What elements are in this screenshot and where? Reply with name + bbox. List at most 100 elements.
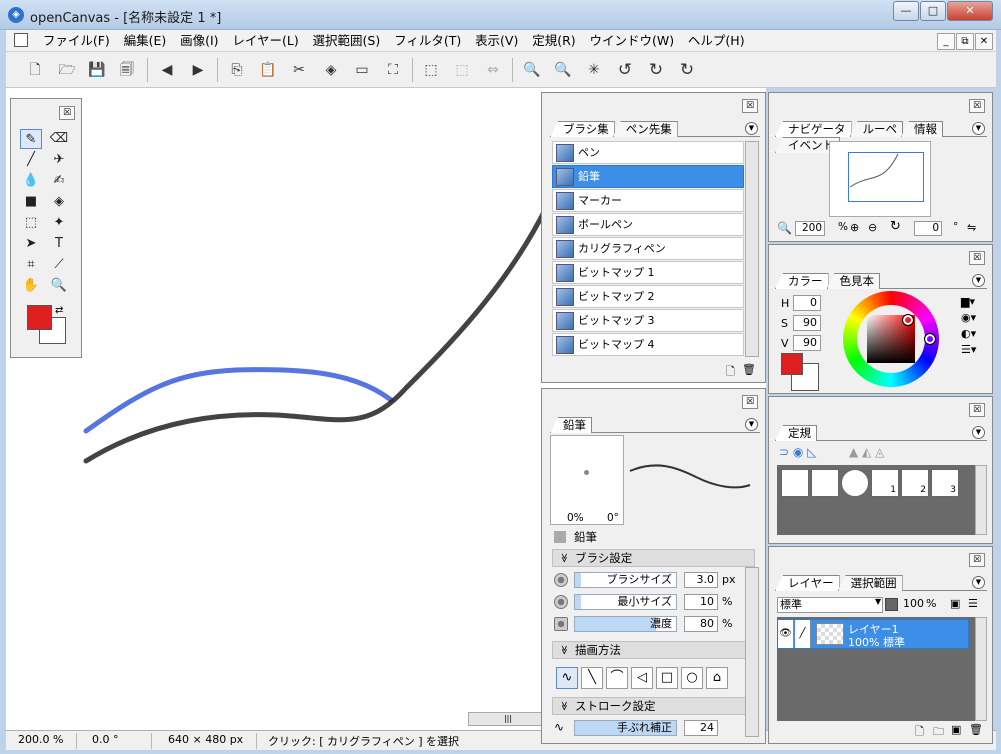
tab-swatches[interactable]: 色見本 <box>826 273 880 289</box>
hand-tool-icon[interactable]: ✋ <box>20 276 42 296</box>
close-button[interactable]: ✕ <box>947 1 993 21</box>
density-radio[interactable] <box>554 617 568 631</box>
brush-item[interactable]: ボールペン <box>552 213 744 236</box>
zoom-out-icon[interactable]: 🔍 <box>552 59 574 81</box>
zoom-reset-icon[interactable]: ✳ <box>583 59 605 81</box>
tab-ruler[interactable]: 定規 <box>775 425 817 441</box>
select-tool-icon[interactable]: ⬚ <box>20 213 42 233</box>
brush-item[interactable]: ペン <box>552 141 744 164</box>
next-icon[interactable]: ▶ <box>187 59 209 81</box>
smudge-tool-icon[interactable]: ✍ <box>48 171 70 191</box>
tab-color[interactable]: カラー <box>775 273 829 289</box>
nav-zoom-in-icon[interactable]: ⊕ <box>850 221 859 234</box>
navigator-thumbnail[interactable] <box>829 141 931 217</box>
maximize-button[interactable]: □ <box>920 1 946 21</box>
tools-close-button[interactable]: ☒ <box>59 106 75 120</box>
rectangle-icon[interactable]: □ <box>656 667 678 689</box>
magic-wand-icon[interactable]: ✦ <box>48 213 70 233</box>
stabilizer-slider[interactable]: 手ぶれ補正 <box>574 720 677 736</box>
tab-navigator[interactable]: ナビゲータ <box>775 121 852 137</box>
line-icon[interactable]: ╲ <box>581 667 603 689</box>
select-clear-icon[interactable]: ⬚ <box>451 59 473 81</box>
freehand-icon[interactable]: ∿ <box>556 667 578 689</box>
rotate-left-icon[interactable]: ↺ <box>614 59 636 81</box>
nav-zoom-out-icon[interactable]: ⊖ <box>868 221 877 234</box>
menu-help[interactable]: ヘルプ(H) <box>683 30 750 51</box>
lasso-icon[interactable]: ⌂ <box>706 667 728 689</box>
sv-cursor[interactable] <box>902 314 914 326</box>
text-tool-icon[interactable]: T <box>48 234 70 254</box>
color-wheel-mode-icon[interactable]: ◉▾ <box>961 311 976 324</box>
eraser-tool-icon[interactable]: ⌫ <box>48 129 70 149</box>
eyedropper-icon[interactable]: ⟋ <box>48 255 70 275</box>
new-layer-icon[interactable]: 🗋 <box>915 723 924 742</box>
pencil-menu-icon[interactable]: ▼ <box>745 418 758 431</box>
menu-selection[interactable]: 選択範囲(S) <box>308 30 386 51</box>
color-menu-icon[interactable]: ▼ <box>972 274 985 287</box>
value-input[interactable]: 90 <box>793 335 821 351</box>
blur-tool-icon[interactable]: 💧 <box>20 171 42 191</box>
layer-menu-icon[interactable]: ▼ <box>972 576 985 589</box>
density-value[interactable]: 80 <box>684 616 718 632</box>
zoom-in-icon[interactable]: 🔍 <box>521 59 543 81</box>
prev-icon[interactable]: ◀ <box>156 59 178 81</box>
swap-colors-icon[interactable]: ⇄ <box>55 305 63 316</box>
opacity-value[interactable]: 100 <box>903 597 924 610</box>
nav-zoom-value[interactable]: 200 <box>795 221 825 236</box>
hue-cursor[interactable] <box>924 333 936 345</box>
layer-stack-icon[interactable]: ☰ <box>968 597 978 610</box>
tab-loupe[interactable]: ルーペ <box>849 121 903 137</box>
layer-lock-icon[interactable]: ▣ <box>950 597 960 610</box>
select-rect-icon[interactable]: ⬚ <box>420 59 442 81</box>
layer-scrollbar[interactable] <box>975 617 987 721</box>
brush-tool-icon[interactable]: ╱ <box>20 150 42 170</box>
section-draw-method[interactable]: 描画方法 <box>552 641 755 659</box>
brush-size-value[interactable]: 3.0 <box>684 572 718 588</box>
ruler-menu-icon[interactable]: ▼ <box>972 426 985 439</box>
brush-item[interactable]: カリグラフィペン <box>552 237 744 260</box>
saturation-input[interactable]: 90 <box>793 315 821 331</box>
color-list-icon[interactable]: ☰▾ <box>961 343 976 356</box>
layer-pen-icon[interactable]: ╱ <box>795 620 811 648</box>
transform-icon[interactable]: ⛶ <box>382 59 404 81</box>
select-move-icon[interactable]: ⇔ <box>482 59 504 81</box>
brush-scrollbar[interactable] <box>745 141 759 357</box>
delete-layer-icon[interactable]: 🗑 <box>969 723 983 736</box>
ruler-perspective-1-icon[interactable]: 1 <box>871 469 899 497</box>
layer-close-button[interactable]: ☒ <box>969 553 985 567</box>
crop-tool-icon[interactable]: ⌗ <box>20 255 42 275</box>
mdi-minimize-button[interactable]: _ <box>937 33 955 50</box>
menu-image[interactable]: 画像(I) <box>175 30 223 51</box>
nav-menu-icon[interactable]: ▼ <box>972 122 985 135</box>
bucket-tool-icon[interactable]: ◈ <box>48 192 70 212</box>
ruler-toggle-icon[interactable]: ⊃ ◉ ◺ <box>779 445 816 459</box>
hue-wheel[interactable] <box>843 291 939 387</box>
tab-info[interactable]: 情報 <box>901 121 943 137</box>
move-tool-icon[interactable]: ➤ <box>20 234 42 254</box>
polygon-icon[interactable]: ◁ <box>631 667 653 689</box>
tab-layer[interactable]: レイヤー <box>775 575 840 591</box>
ruler-perspective-2-icon[interactable]: 2 <box>901 469 929 497</box>
menu-file[interactable]: ファイル(F) <box>38 30 115 51</box>
mdi-restore-button[interactable]: ⧉ <box>956 33 974 50</box>
copy-icon[interactable]: ⎘ <box>226 59 248 81</box>
zoom-tool-icon[interactable]: 🔍 <box>48 276 70 296</box>
save-all-icon[interactable]: 🗐 <box>116 59 138 81</box>
pencil-close-button[interactable]: ☒ <box>742 395 758 409</box>
minimize-button[interactable]: — <box>893 1 919 21</box>
hue-input[interactable]: 0 <box>793 295 821 311</box>
new-folder-icon[interactable]: 🗀 <box>933 723 944 742</box>
ruler-shape-icons[interactable]: ▲ ◭ ◬ <box>849 445 884 459</box>
color-fg-swatch[interactable] <box>781 353 803 375</box>
ruler-perspective-3-icon[interactable]: 3 <box>931 469 959 497</box>
nav-rotate-value[interactable]: 0 <box>914 221 942 236</box>
brush-item[interactable]: ビットマップ 1 <box>552 261 744 284</box>
min-size-value[interactable]: 10 <box>684 594 718 610</box>
tab-selection[interactable]: 選択範囲 <box>837 575 903 591</box>
nav-flip-icon[interactable]: ⇋ <box>967 221 976 234</box>
brush-menu-icon[interactable]: ▼ <box>745 122 758 135</box>
brush-item[interactable]: ビットマップ 2 <box>552 285 744 308</box>
brush-size-slider[interactable]: ブラシサイズ <box>574 572 677 588</box>
layer-mask-icon[interactable]: ▣ <box>951 723 961 736</box>
blend-dropdown-icon[interactable]: ▼ <box>875 597 881 606</box>
